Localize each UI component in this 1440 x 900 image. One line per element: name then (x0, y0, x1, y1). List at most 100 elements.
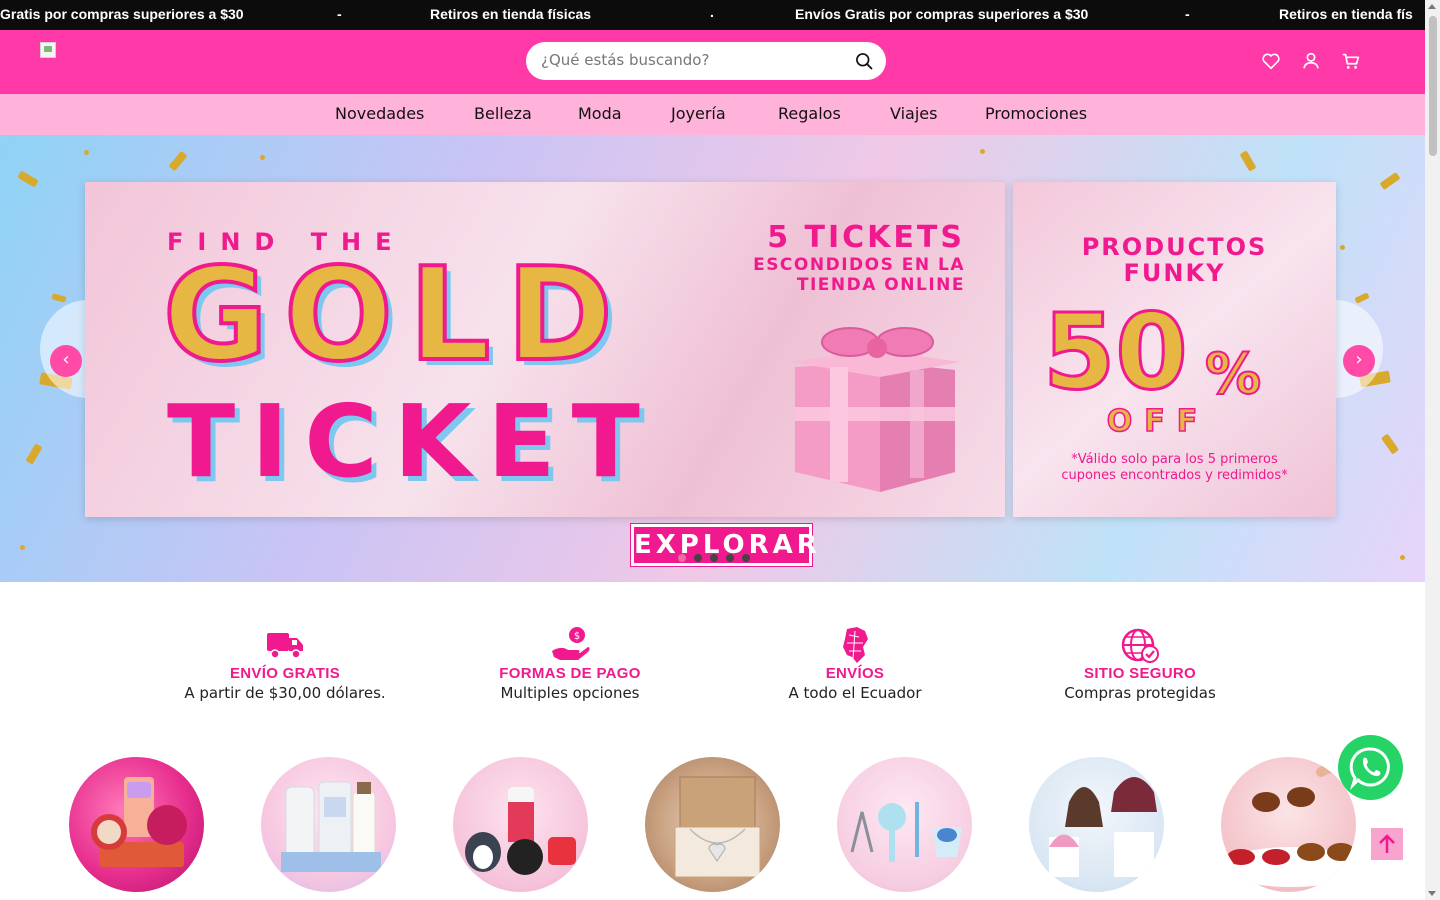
category-gifts[interactable] (453, 757, 588, 892)
payment-hand-icon: $ (552, 627, 590, 660)
user-icon[interactable] (1300, 50, 1322, 72)
confetti-dot (980, 149, 985, 154)
main-nav: Novedades Belleza Moda Joyería Regalos V… (0, 94, 1425, 135)
gold-ticket-banner[interactable]: FIND THE GOLD TICKET 5 TICKETS ESCONDIDO… (85, 182, 1005, 517)
announcement-text: Retiros en tienda fís (1279, 6, 1413, 22)
confetti (1239, 150, 1257, 172)
discount-note: *Válido solo para los 5 primeros cupones… (1013, 452, 1336, 484)
whatsapp-button[interactable] (1338, 735, 1403, 800)
feature-title: SITIO SEGURO (1084, 665, 1196, 682)
funky-line-2: FUNKY (1123, 259, 1226, 287)
category-sunglasses[interactable] (1221, 757, 1356, 892)
banner-headline-ticket: TICKET (167, 383, 656, 500)
handbags-image (1049, 777, 1157, 877)
pagination-dot[interactable] (726, 554, 734, 562)
jewelry-box-image (674, 776, 761, 878)
category-makeup[interactable] (69, 757, 204, 892)
nav-item-regalos[interactable]: Regalos (778, 104, 841, 123)
pagination-dot[interactable] (742, 554, 750, 562)
discount-word: OFF (1106, 403, 1210, 440)
explore-button[interactable]: EXPLORAR (631, 524, 817, 566)
nav-item-novedades[interactable]: Novedades (335, 104, 424, 123)
carousel-prev-button[interactable]: ‹ (50, 345, 82, 377)
discount-note-line-1: *Válido solo para los 5 primeros (1071, 452, 1278, 467)
tickets-line-2: TIENDA ONLINE (796, 275, 965, 295)
confetti (51, 293, 67, 303)
confetti (25, 443, 43, 465)
funky-products-banner[interactable]: PRODUCTOS FUNKY 50 % OFF *Válido solo pa… (1013, 182, 1336, 517)
feature-free-shipping: ENVÍO GRATIS A partir de $30,00 dólares. (155, 625, 415, 702)
hero-carousel[interactable]: FIND THE GOLD TICKET 5 TICKETS ESCONDIDO… (0, 135, 1425, 582)
page-scrollbar[interactable] (1425, 0, 1440, 900)
category-beauty-tools[interactable] (837, 757, 972, 892)
announcement-text: Retiros en tienda físicas (430, 6, 592, 22)
scrollbar-thumb[interactable] (1429, 16, 1437, 156)
confetti-dot (84, 150, 89, 155)
announcement-separator: . (710, 4, 714, 20)
secure-globe-icon (1121, 628, 1159, 663)
feature-title: ENVÍOS (825, 665, 885, 682)
confetti (1354, 292, 1370, 304)
feature-payment-methods: $ FORMAS DE PAGO Multiples opciones (440, 625, 700, 702)
search-icon[interactable] (854, 51, 874, 71)
site-logo[interactable] (40, 42, 56, 58)
feature-subtitle: A partir de $30,00 dólares. (184, 684, 386, 702)
nav-item-promociones[interactable]: Promociones (985, 104, 1087, 123)
ecuador-map-icon (843, 627, 868, 663)
scroll-down-arrow-icon[interactable] (1428, 891, 1436, 896)
search-input[interactable] (541, 51, 841, 69)
site-header (0, 30, 1425, 94)
feature-subtitle: Compras protegidas (1064, 684, 1216, 702)
confetti-dot (20, 545, 25, 550)
scroll-to-top-button[interactable] (1371, 828, 1403, 860)
category-bags[interactable] (1029, 757, 1164, 892)
chevron-left-icon: ‹ (62, 349, 70, 370)
search-box (526, 42, 886, 80)
funky-line-1: PRODUCTOS (1081, 233, 1268, 261)
confetti-dot (260, 155, 265, 160)
tickets-count: 5 TICKETS (767, 220, 965, 255)
beauty-tools-image (850, 802, 962, 862)
feature-subtitle: Multiples opciones (500, 684, 640, 702)
banner-headline-gold: GOLD (161, 241, 629, 390)
tickets-line-1: ESCONDIDOS EN LA (753, 255, 965, 275)
cart-icon[interactable] (1340, 50, 1362, 72)
announcement-text: Envíos Gratis por compras superiores a $… (795, 6, 1089, 22)
confetti (1380, 433, 1400, 455)
announcement-separator: - (337, 6, 342, 22)
gift-box-icon (790, 327, 960, 492)
tickets-callout: 5 TICKETS ESCONDIDOS EN LA TIENDA ONLINE (753, 220, 965, 295)
nav-item-viajes[interactable]: Viajes (890, 104, 937, 123)
discount-note-line-2: cupones encontrados y redimidos* (1061, 468, 1288, 483)
nav-item-moda[interactable]: Moda (578, 104, 622, 123)
pagination-dot[interactable] (678, 554, 686, 562)
announcement-separator: - (1185, 6, 1190, 22)
feature-title: FORMAS DE PAGO (499, 665, 641, 682)
confetti (168, 150, 188, 172)
scroll-up-arrow-icon[interactable] (1428, 4, 1436, 9)
announcement-text: Gratis por compras superiores a $30 (0, 6, 244, 22)
confetti-dot (1340, 245, 1345, 250)
carousel-next-button[interactable]: › (1343, 345, 1375, 377)
pagination-dot[interactable] (694, 554, 702, 562)
sunglasses-image (1221, 763, 1356, 887)
nav-item-belleza[interactable]: Belleza (474, 104, 532, 123)
arrow-up-icon (1379, 834, 1395, 853)
category-skincare[interactable] (261, 757, 396, 892)
confetti-dot (1400, 555, 1405, 560)
svg-text:$: $ (574, 631, 580, 642)
skincare-products-image (281, 781, 381, 872)
confetti (17, 170, 39, 188)
pagination-dot[interactable] (710, 554, 718, 562)
feature-secure-site: SITIO SEGURO Compras protegidas (1010, 625, 1270, 702)
announcement-bar: Gratis por compras superiores a $30 - Re… (0, 0, 1425, 30)
discount-symbol: % (1204, 341, 1262, 408)
nav-item-joyeria[interactable]: Joyería (671, 104, 726, 123)
heart-icon[interactable] (1260, 50, 1282, 72)
funky-heading: PRODUCTOS FUNKY (1013, 234, 1336, 286)
discount-number: 50 (1042, 291, 1190, 413)
makeup-products-image (91, 777, 187, 867)
category-jewelry[interactable] (645, 757, 780, 892)
confetti (1379, 171, 1401, 191)
truck-icon (267, 633, 303, 659)
